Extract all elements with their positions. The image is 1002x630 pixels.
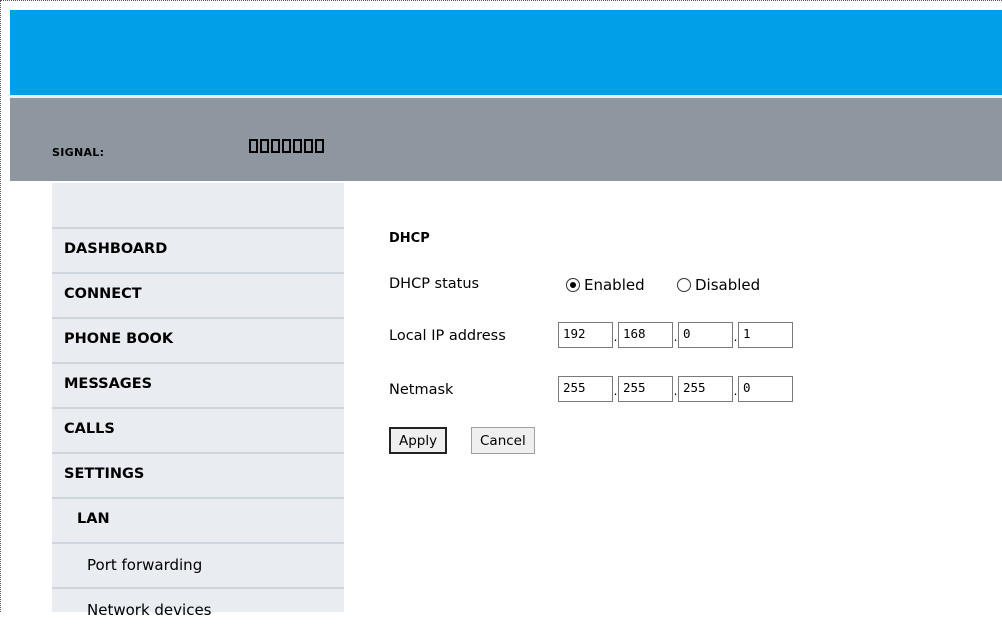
nav-item-phone-book[interactable]: PHONE BOOK bbox=[52, 317, 344, 360]
nav-item-settings[interactable]: SETTINGS bbox=[52, 452, 344, 495]
local-ip-label: Local IP address bbox=[389, 328, 506, 344]
nav-item-lan[interactable]: LAN bbox=[52, 497, 344, 540]
nav-item-connect[interactable]: CONNECT bbox=[52, 272, 344, 315]
signal-strength-indicator bbox=[249, 139, 324, 157]
nav-item-label: MESSAGES bbox=[64, 376, 153, 392]
nav-item-label: CALLS bbox=[64, 421, 115, 437]
signal-bar bbox=[260, 139, 269, 153]
sidebar: DASHBOARD CONNECT PHONE BOOK MESSAGES CA… bbox=[52, 183, 344, 619]
nav-item-label: Port forwarding bbox=[87, 556, 203, 574]
netmask-label: Netmask bbox=[389, 382, 454, 398]
netmask-octet-1[interactable]: 255 bbox=[558, 376, 613, 402]
radio-button-checked[interactable] bbox=[566, 278, 580, 292]
local-ip-octet-3[interactable]: 0 bbox=[678, 322, 733, 348]
netmask-octet-2[interactable]: 255 bbox=[618, 376, 673, 402]
local-ip-octet-4[interactable]: 1 bbox=[738, 322, 793, 348]
section-title: DHCP bbox=[389, 231, 430, 246]
netmask-input-group: 255 . 255 . 255 . 0 bbox=[558, 376, 793, 402]
radio-label: Disabled bbox=[695, 276, 761, 294]
local-ip-input-group: 192 . 168 . 0 . 1 bbox=[558, 322, 793, 348]
netmask-octet-4[interactable]: 0 bbox=[738, 376, 793, 402]
signal-bar bbox=[249, 139, 258, 153]
local-ip-octet-2[interactable]: 168 bbox=[618, 322, 673, 348]
cancel-button[interactable]: Cancel bbox=[471, 427, 535, 454]
nav-item-label: DASHBOARD bbox=[64, 241, 168, 257]
nav-item-dashboard[interactable]: DASHBOARD bbox=[52, 227, 344, 270]
dhcp-enabled-option[interactable]: Enabled bbox=[566, 274, 645, 296]
apply-button[interactable]: Apply bbox=[389, 427, 448, 454]
netmask-octet-3[interactable]: 255 bbox=[678, 376, 733, 402]
nav-item-label: CONNECT bbox=[64, 286, 142, 302]
nav-item-port-forwarding[interactable]: Port forwarding bbox=[52, 542, 344, 585]
signal-bar bbox=[282, 139, 291, 153]
nav-item-calls[interactable]: CALLS bbox=[52, 407, 344, 450]
local-ip-octet-1[interactable]: 192 bbox=[558, 322, 613, 348]
nav-item-label: LAN bbox=[77, 511, 110, 527]
signal-label: SIGNAL: bbox=[52, 146, 105, 159]
dhcp-disabled-option[interactable]: Disabled bbox=[677, 274, 760, 296]
status-bar bbox=[10, 98, 1002, 181]
nav-item-messages[interactable]: MESSAGES bbox=[52, 362, 344, 405]
nav-item-label: PHONE BOOK bbox=[64, 331, 174, 347]
signal-bar bbox=[293, 139, 302, 153]
nav-item-label: SETTINGS bbox=[64, 466, 145, 482]
signal-bar bbox=[271, 139, 280, 153]
radio-button-unchecked[interactable] bbox=[677, 278, 691, 292]
signal-bar bbox=[315, 139, 324, 153]
signal-bar bbox=[304, 139, 313, 153]
nav-item-network-devices[interactable]: Network devices bbox=[52, 587, 344, 630]
radio-label: Enabled bbox=[584, 276, 645, 294]
nav-item-label: Network devices bbox=[87, 601, 212, 619]
header-banner bbox=[10, 10, 1002, 95]
dhcp-status-label: DHCP status bbox=[389, 276, 480, 292]
